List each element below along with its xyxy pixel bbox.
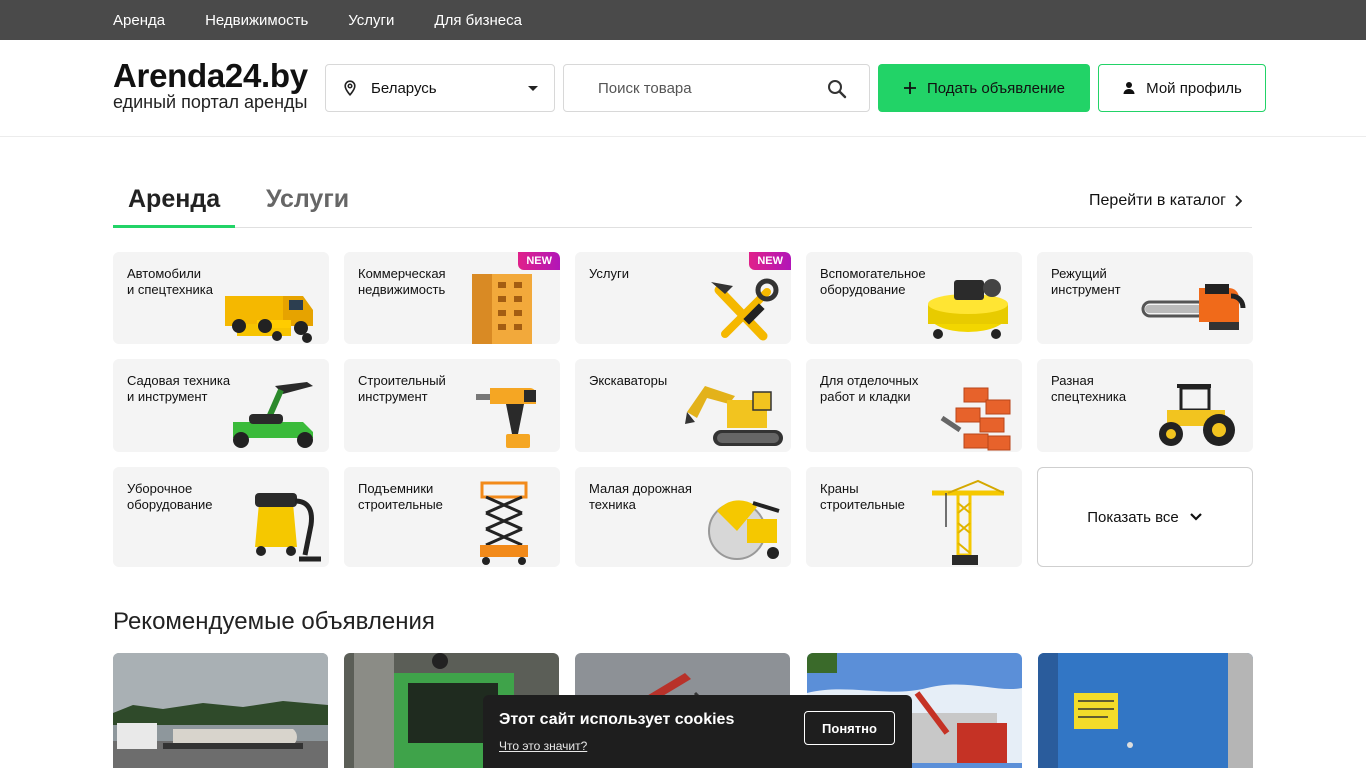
tower-crane-icon xyxy=(932,479,1005,565)
profile-button[interactable]: Мой профиль xyxy=(1098,64,1266,112)
category-card-misc-machinery[interactable]: Разная спецтехника xyxy=(1037,359,1253,452)
tab-arenda[interactable]: Аренда xyxy=(113,181,235,228)
category-label: Для отделочных работ и кладки xyxy=(820,373,919,404)
category-card-cranes[interactable]: Краны строительные xyxy=(806,467,1022,567)
show-all-button[interactable]: Показать все xyxy=(1037,467,1253,567)
tab-services[interactable]: Услуги xyxy=(251,181,364,228)
road-saw-icon xyxy=(708,500,780,560)
drill-icon xyxy=(476,388,536,448)
topnav-services[interactable]: Услуги xyxy=(348,12,394,29)
cookie-more-link[interactable]: Что это значит? xyxy=(499,739,587,753)
region-value: Беларусь xyxy=(371,79,437,97)
user-icon xyxy=(1123,82,1135,94)
search-icon[interactable] xyxy=(827,79,847,99)
category-card-services[interactable]: Услуги NEW xyxy=(575,252,791,344)
category-label: Строительный инструмент xyxy=(358,373,446,404)
category-card-cleaning[interactable]: Уборочное оборудование xyxy=(113,467,329,567)
site-logo[interactable]: Arenda24.by единый портал аренды xyxy=(113,57,308,112)
category-label: Разная спецтехника xyxy=(1051,373,1127,404)
category-card-commercial-realty[interactable]: Коммерческая недвижимость NEW xyxy=(344,252,560,344)
building-icon xyxy=(472,274,532,344)
excavator-icon xyxy=(685,386,783,446)
plus-icon xyxy=(903,82,916,94)
category-card-construction-tools[interactable]: Строительный инструмент xyxy=(344,359,560,452)
category-card-auxiliary[interactable]: Вспомогательное оборудование xyxy=(806,252,1022,344)
search-box xyxy=(563,64,870,112)
chevron-down-icon xyxy=(1190,513,1202,521)
scissor-lift-icon xyxy=(480,481,528,565)
category-card-vehicles[interactable]: Автомобили и спецтехника xyxy=(113,252,329,344)
catalog-link-label: Перейти в каталог xyxy=(1089,192,1226,209)
search-input[interactable] xyxy=(598,79,818,97)
category-label: Коммерческая недвижимость xyxy=(358,266,446,297)
listing-photo xyxy=(113,653,328,768)
cookie-title: Этот сайт использует cookies xyxy=(499,711,735,728)
compressor-icon xyxy=(928,279,1008,339)
category-label: Уборочное оборудование xyxy=(127,481,213,512)
listing-card[interactable] xyxy=(1038,653,1253,768)
hammer-wrench-icon xyxy=(711,278,779,341)
topnav-realty[interactable]: Недвижимость xyxy=(205,12,308,29)
category-label: Садовая техника и инструмент xyxy=(127,373,231,404)
post-ad-button[interactable]: Подать объявление xyxy=(878,64,1090,112)
category-card-finishing[interactable]: Для отделочных работ и кладки xyxy=(806,359,1022,452)
category-card-lifts[interactable]: Подъемники строительные xyxy=(344,467,560,567)
category-card-road-equipment[interactable]: Малая дорожная техника xyxy=(575,467,791,567)
region-select[interactable]: Беларусь xyxy=(325,64,555,112)
topnav-business[interactable]: Для бизнеса xyxy=(434,12,522,29)
logo-title: Arenda24.by xyxy=(113,57,308,94)
site-header: Arenda24.by единый портал аренды Беларус… xyxy=(0,40,1366,137)
location-pin-icon xyxy=(344,80,356,96)
category-label: Вспомогательное оборудование xyxy=(820,266,926,297)
profile-label: Мой профиль xyxy=(1146,79,1242,97)
bricks-icon xyxy=(940,387,1011,451)
show-all-label: Показать все xyxy=(1087,508,1179,526)
cookie-accept-button[interactable]: Понятно xyxy=(804,711,895,745)
category-card-cutting[interactable]: Режущий инструмент xyxy=(1037,252,1253,344)
new-badge: NEW xyxy=(749,252,791,270)
chevron-right-icon xyxy=(1235,195,1242,207)
chainsaw-icon xyxy=(1141,284,1246,330)
vacuum-icon xyxy=(255,493,321,562)
dump-truck-icon xyxy=(225,296,313,343)
post-ad-label: Подать объявление xyxy=(926,79,1066,97)
listing-photo xyxy=(1038,653,1253,768)
category-card-garden[interactable]: Садовая техника и инструмент xyxy=(113,359,329,452)
category-label: Краны строительные xyxy=(820,481,905,512)
chevron-down-icon xyxy=(528,85,538,91)
new-badge: NEW xyxy=(518,252,560,270)
cookie-banner: Этот сайт использует cookies Что это зна… xyxy=(483,695,912,768)
topnav-arenda[interactable]: Аренда xyxy=(113,12,165,29)
category-label: Малая дорожная техника xyxy=(589,481,692,512)
category-label: Услуги xyxy=(589,266,629,281)
category-label: Подъемники строительные xyxy=(358,481,443,512)
category-tabs: Аренда Услуги Перейти в каталог xyxy=(113,181,1252,228)
lawnmower-icon xyxy=(233,382,313,448)
category-card-excavators[interactable]: Экскаваторы xyxy=(575,359,791,452)
catalog-link[interactable]: Перейти в каталог xyxy=(1089,192,1242,210)
top-navigation: Аренда Недвижимость Услуги Для бизнеса xyxy=(0,0,1366,40)
recommended-title: Рекомендуемые объявления xyxy=(113,608,435,635)
logo-subtitle: единый портал аренды xyxy=(113,92,308,112)
listing-card[interactable] xyxy=(113,653,328,768)
tractor-icon xyxy=(1159,384,1235,446)
